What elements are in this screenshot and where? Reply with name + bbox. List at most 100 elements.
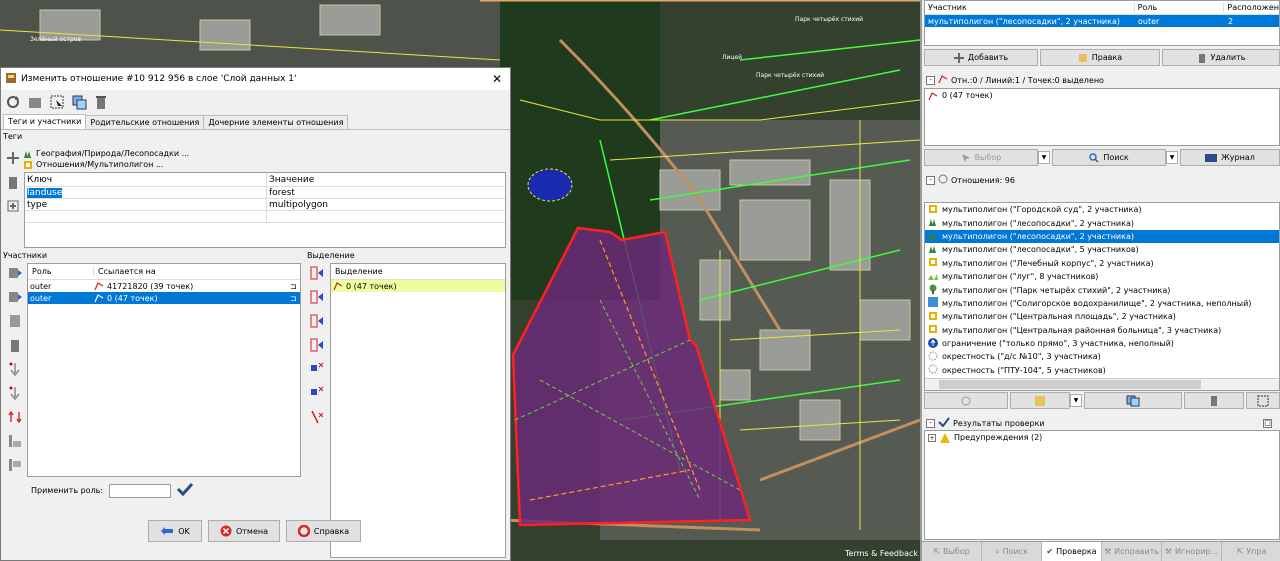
- zoom-icon: [961, 396, 971, 405]
- forest-icon: [928, 244, 938, 256]
- move-up-icon[interactable]: [5, 263, 25, 283]
- tag-row[interactable]: type multipolygon: [25, 199, 505, 211]
- warnings-node[interactable]: + Предупреждения (2): [925, 431, 1279, 444]
- paste-tags-icon[interactable]: [3, 196, 23, 216]
- add-tag-icon[interactable]: [3, 148, 23, 168]
- tab-validate[interactable]: ✔ Проверка: [1042, 542, 1102, 561]
- relation-item[interactable]: мультиполигон ("лесопосадки", 5 участник…: [925, 243, 1279, 256]
- edit-button[interactable]: Правка: [1040, 49, 1160, 66]
- ok-button[interactable]: OK: [148, 520, 202, 542]
- relations-panel-title[interactable]: - Отношения: 96: [922, 173, 1015, 187]
- relation-item[interactable]: мультиполигон ("Лечебный корпус", 2 учас…: [925, 257, 1279, 270]
- trash-icon[interactable]: [91, 92, 111, 112]
- apply-checkmark-icon[interactable]: [177, 482, 194, 499]
- add-last-icon[interactable]: [307, 335, 327, 355]
- selection-row[interactable]: 0 (47 точек): [331, 280, 505, 292]
- remove-from-relation-icon[interactable]: [307, 407, 327, 427]
- add-button[interactable]: Добавить: [924, 49, 1038, 66]
- select-members-icon[interactable]: [47, 92, 67, 112]
- tab-child-elements[interactable]: Дочерние элементы отношения: [203, 115, 349, 129]
- preset-forest[interactable]: География/Природа/Лесопосадки ...: [23, 148, 189, 159]
- remove-selected-icon[interactable]: [307, 359, 327, 379]
- cancel-button[interactable]: Отмена: [208, 520, 280, 542]
- zoom-to-relation-button[interactable]: [924, 392, 1008, 409]
- relation-item[interactable]: мультиполигон ("Центральная районная бол…: [925, 324, 1279, 337]
- select-relation-button[interactable]: [1246, 392, 1280, 409]
- help-button[interactable]: Справка: [286, 520, 361, 542]
- delete-tag-icon[interactable]: [3, 172, 23, 192]
- tag-row[interactable]: landuse forest: [25, 187, 505, 199]
- download-members-icon[interactable]: [25, 92, 45, 112]
- tab-fix[interactable]: ⚒ Исправить: [1102, 542, 1162, 561]
- relation-member-row[interactable]: мультиполигон ("лесопосадки", 2 участник…: [925, 15, 1279, 27]
- tag-key[interactable]: type: [25, 199, 267, 210]
- edit-relation-button[interactable]: [1010, 392, 1070, 409]
- duplicate-icon[interactable]: [69, 92, 89, 112]
- chevron-down-icon[interactable]: ▼: [1166, 151, 1178, 164]
- horizontal-scrollbar[interactable]: [925, 378, 1279, 390]
- selection-panel-title[interactable]: - Отн.:0 / Линий:1 / Точек:0 выделено: [922, 73, 1104, 87]
- relation-item-selected[interactable]: мультиполигон ("лесопосадки", 2 участник…: [925, 229, 1279, 244]
- member-row[interactable]: outer 41721820 (39 точек) ⊐: [28, 280, 300, 292]
- relation-item[interactable]: мультиполигон ("Центральная площадь", 2 …: [925, 310, 1279, 323]
- align-right-icon[interactable]: [5, 455, 25, 475]
- relation-item[interactable]: мультиполигон ("лесопосадки", 2 участник…: [925, 216, 1279, 229]
- tab-search[interactable]: ⌕ Поиск: [982, 542, 1042, 561]
- journal-button[interactable]: Журнал: [1180, 149, 1280, 166]
- relation-item[interactable]: ограничение ("только прямо", 3 участника…: [925, 337, 1279, 350]
- wrench-icon: ⚒: [1103, 547, 1112, 556]
- validation-panel-title[interactable]: - Результаты проверки □: [922, 416, 1278, 430]
- member-role[interactable]: outer: [28, 282, 94, 291]
- relation-item[interactable]: окрестность ("ПТУ-104", 5 участников): [925, 364, 1279, 377]
- maximize-icon[interactable]: □: [1263, 418, 1272, 428]
- relation-item[interactable]: мультиполигон ("луг", 8 участников): [925, 270, 1279, 283]
- add-after-icon[interactable]: [307, 311, 327, 331]
- tag-value[interactable]: forest: [267, 187, 505, 198]
- preset-multipolygon[interactable]: Отношения/Мультиполигон ...: [23, 159, 189, 170]
- relation-item[interactable]: мультиполигон ("Парк четырёх стихий", 2 …: [925, 283, 1279, 296]
- collapse-icon[interactable]: -: [926, 175, 935, 185]
- close-icon[interactable]: ✕: [484, 72, 510, 86]
- select-in-relation-icon[interactable]: [307, 383, 327, 403]
- add-before-icon[interactable]: [307, 287, 327, 307]
- map-credit[interactable]: Terms & Feedback: [845, 549, 918, 558]
- member-role[interactable]: outer: [28, 294, 94, 303]
- reverse-icon[interactable]: [5, 383, 25, 403]
- sort-icon[interactable]: [5, 359, 25, 379]
- tag-row-empty[interactable]: [25, 211, 505, 223]
- relation-item[interactable]: мультиполигон ("Солигорское водохранилищ…: [925, 297, 1279, 310]
- tab-parent-relations[interactable]: Родительские отношения: [85, 115, 205, 129]
- delete-relation-button[interactable]: [1184, 392, 1244, 409]
- relation-item[interactable]: окрестность ("д/с №10", 3 участника): [925, 350, 1279, 363]
- selection-list-item[interactable]: 0 (47 точек): [925, 89, 1279, 102]
- water-icon: [928, 297, 938, 309]
- select-button[interactable]: Выбор: [924, 149, 1038, 166]
- selection-table-header[interactable]: Выделение: [331, 264, 505, 280]
- edit-member-icon[interactable]: [5, 311, 25, 331]
- search-button[interactable]: Поиск: [1052, 149, 1166, 166]
- chevron-down-icon[interactable]: ▼: [1038, 151, 1050, 164]
- tab-select[interactable]: ⇱ Выбор: [922, 542, 982, 561]
- tab-tags-members[interactable]: Теги и участники: [3, 114, 87, 129]
- tag-value[interactable]: multipolygon: [267, 199, 505, 210]
- scrollbar-thumb[interactable]: [939, 380, 1201, 389]
- chevron-down-icon[interactable]: ▼: [1070, 394, 1082, 407]
- collapse-icon[interactable]: -: [926, 75, 935, 85]
- add-first-icon[interactable]: [307, 263, 327, 283]
- remove-member-icon[interactable]: [5, 335, 25, 355]
- tab-manage[interactable]: ⇱ Упра: [1222, 542, 1280, 561]
- collapse-icon[interactable]: -: [926, 418, 935, 428]
- tab-ignore[interactable]: ⚒ Игнорир...: [1162, 542, 1222, 561]
- expand-icon[interactable]: +: [928, 433, 936, 442]
- tag-key[interactable]: landuse: [27, 187, 63, 198]
- download-incomplete-icon[interactable]: [5, 407, 25, 427]
- align-left-icon[interactable]: [5, 431, 25, 451]
- role-input[interactable]: [109, 483, 172, 498]
- move-down-icon[interactable]: [5, 287, 25, 307]
- relation-item[interactable]: мультиполигон ("Городской суд", 2 участн…: [925, 203, 1279, 216]
- member-row-selected[interactable]: outer 0 (47 точек) ⊐: [28, 292, 300, 304]
- duplicate-relation-button[interactable]: [1084, 392, 1182, 409]
- delete-button[interactable]: Удалить: [1162, 49, 1280, 66]
- dialog-titlebar[interactable]: Изменить отношение #10 912 956 в слое 'С…: [1, 68, 510, 90]
- refresh-icon[interactable]: [3, 92, 23, 112]
